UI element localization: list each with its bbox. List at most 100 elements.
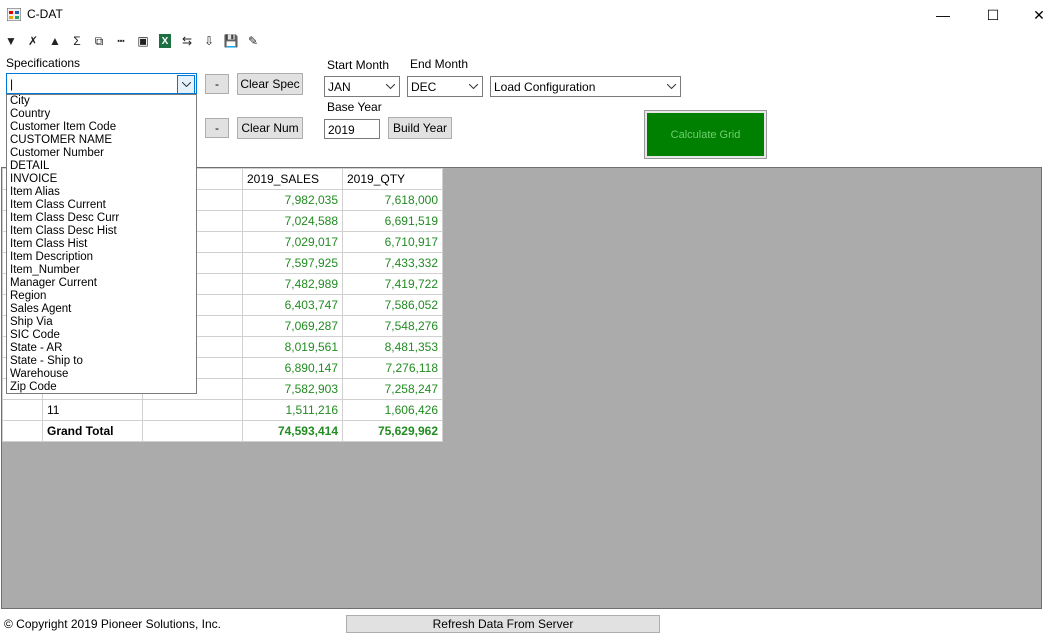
maximize-button[interactable]: ☐ <box>970 0 1016 30</box>
dropdown-item[interactable]: Manager Current <box>7 277 196 290</box>
grid-cell[interactable]: 11 <box>42 399 143 421</box>
dropdown-item[interactable]: Customer Item Code <box>7 121 196 134</box>
grid-cell[interactable]: 7,582,903 <box>242 378 343 400</box>
minimize-button[interactable]: — <box>920 0 966 30</box>
remove-spec-button[interactable]: - <box>205 74 229 94</box>
table-row[interactable]: 11 1,511,216 1,606,426 <box>2 399 443 421</box>
grid-cell[interactable]: 6,403,747 <box>242 294 343 316</box>
grid-cell[interactable]: 7,029,017 <box>242 231 343 253</box>
specifications-dropdown-list[interactable]: City Country Customer Item Code CUSTOMER NA… <box>6 94 197 394</box>
collapse-icon[interactable]: ▲ <box>44 31 66 51</box>
dropdown-item[interactable]: DETAIL <box>7 160 196 173</box>
dropdown-item[interactable]: Ship Via <box>7 316 196 329</box>
ruler-icon[interactable]: ┅ <box>110 31 132 51</box>
base-year-value: 2019 <box>328 123 355 137</box>
dropdown-item[interactable]: State - AR <box>7 342 196 355</box>
grid-cell[interactable]: 7,069,287 <box>242 315 343 337</box>
grid-cell[interactable]: 7,482,989 <box>242 273 343 295</box>
load-configuration-combo[interactable]: Load Configuration <box>490 76 681 97</box>
grand-total-cell: Grand Total <box>42 420 143 442</box>
end-month-label: End Month <box>410 57 469 71</box>
grid-cell[interactable]: 6,710,917 <box>342 231 443 253</box>
close-button[interactable]: ✕ <box>1016 0 1057 30</box>
specifications-combo[interactable]: | <box>6 73 197 94</box>
dropdown-item[interactable]: Zip Code <box>7 381 196 393</box>
chevron-down-icon[interactable] <box>465 78 481 95</box>
grid-column-header[interactable]: 2019_QTY <box>342 168 443 190</box>
grid-column-header[interactable]: 2019_SALES <box>242 168 343 190</box>
grid-cell[interactable]: 7,982,035 <box>242 189 343 211</box>
end-month-combo[interactable]: DEC <box>407 76 483 97</box>
dropdown-item[interactable]: Customer Number <box>7 147 196 160</box>
start-month-label: Start Month <box>327 58 390 72</box>
window-title: C-DAT <box>27 7 63 21</box>
toolbar: ▼ ✗ ▲ Σ ⧉ ┅ ▣ X ⇆ ⇩ 💾 ✎ <box>0 31 320 51</box>
app-icon <box>7 8 21 21</box>
dropdown-item[interactable]: INVOICE <box>7 173 196 186</box>
grid-cell[interactable]: 8,019,561 <box>242 336 343 358</box>
grand-total-cell <box>2 420 43 442</box>
dropdown-item[interactable]: Item Class Current <box>7 199 196 212</box>
calculate-grid-button[interactable]: Calculate Grid <box>647 113 764 156</box>
start-month-combo[interactable]: JAN <box>324 76 400 97</box>
dropdown-item[interactable]: Region <box>7 290 196 303</box>
clear-spec-button[interactable]: Clear Spec <box>237 73 303 95</box>
base-year-label: Base Year <box>327 100 382 114</box>
base-year-input[interactable]: 2019 <box>324 119 380 139</box>
load-configuration-value: Load Configuration <box>494 80 596 94</box>
grand-total-row: Grand Total 74,593,414 75,629,962 <box>2 420 443 442</box>
remove-num-button[interactable]: - <box>205 118 229 138</box>
grid-cell[interactable]: 7,433,332 <box>342 252 443 274</box>
build-year-button[interactable]: Build Year <box>388 117 452 139</box>
grid-cell[interactable]: 7,276,118 <box>342 357 443 379</box>
refresh-data-button[interactable]: Refresh Data From Server <box>346 615 660 633</box>
grid-cell[interactable]: 7,586,052 <box>342 294 443 316</box>
specifications-value: | <box>10 77 14 91</box>
grid-cell[interactable]: 7,419,722 <box>342 273 443 295</box>
dropdown-item[interactable]: State - Ship to <box>7 355 196 368</box>
specifications-label: Specifications <box>6 56 81 70</box>
grid-cell[interactable] <box>142 399 243 421</box>
dropdown-item[interactable]: Item Class Desc Curr <box>7 212 196 225</box>
filter-icon[interactable]: ▼ <box>0 31 22 51</box>
dropdown-item[interactable]: Item Class Desc Hist <box>7 225 196 238</box>
dropdown-item[interactable]: Item Alias <box>7 186 196 199</box>
grid-cell[interactable]: 1,511,216 <box>242 399 343 421</box>
grid-cell[interactable]: 6,890,147 <box>242 357 343 379</box>
clear-num-button[interactable]: Clear Num <box>237 117 303 139</box>
grand-total-cell: 74,593,414 <box>242 420 343 442</box>
clear-filter-icon[interactable]: ✗ <box>22 31 44 51</box>
dropdown-item[interactable]: Item Class Hist <box>7 238 196 251</box>
export-icon[interactable]: ⇩ <box>198 31 220 51</box>
save-icon[interactable]: 💾 <box>220 31 242 51</box>
dropdown-item[interactable]: Warehouse <box>7 368 196 381</box>
title-bar: C-DAT — ☐ ✕ <box>0 0 1057 30</box>
dropdown-item[interactable]: Item Description <box>7 251 196 264</box>
dropdown-item[interactable]: Sales Agent <box>7 303 196 316</box>
grid-cell[interactable]: 7,618,000 <box>342 189 443 211</box>
frame-icon[interactable]: ▣ <box>132 31 154 51</box>
excel-icon[interactable]: X <box>159 34 171 48</box>
dropdown-item[interactable]: SIC Code <box>7 329 196 342</box>
grid-cell[interactable]: 8,481,353 <box>342 336 443 358</box>
grid-cell[interactable]: 7,548,276 <box>342 315 443 337</box>
chevron-down-icon[interactable] <box>382 78 398 95</box>
swap-icon[interactable]: ⇆ <box>176 31 198 51</box>
dropdown-item[interactable]: Item_Number <box>7 264 196 277</box>
dropdown-item[interactable]: Country <box>7 108 196 121</box>
chevron-down-icon[interactable] <box>177 75 195 94</box>
start-month-value: JAN <box>328 80 351 94</box>
eraser-icon[interactable]: ✎ <box>242 31 264 51</box>
grand-total-cell <box>142 420 243 442</box>
grid-cell[interactable]: 7,024,588 <box>242 210 343 232</box>
grid-cell[interactable]: 6,691,519 <box>342 210 443 232</box>
dropdown-item[interactable]: CUSTOMER NAME <box>7 134 196 147</box>
grid-cell[interactable]: 7,597,925 <box>242 252 343 274</box>
grid-cell[interactable] <box>2 399 43 421</box>
dropdown-item[interactable]: City <box>7 95 196 108</box>
grid-cell[interactable]: 7,258,247 <box>342 378 443 400</box>
layout-icon[interactable]: ⧉ <box>88 31 110 51</box>
sum-icon[interactable]: Σ <box>66 31 88 51</box>
chevron-down-icon[interactable] <box>663 78 679 95</box>
grid-cell[interactable]: 1,606,426 <box>342 399 443 421</box>
